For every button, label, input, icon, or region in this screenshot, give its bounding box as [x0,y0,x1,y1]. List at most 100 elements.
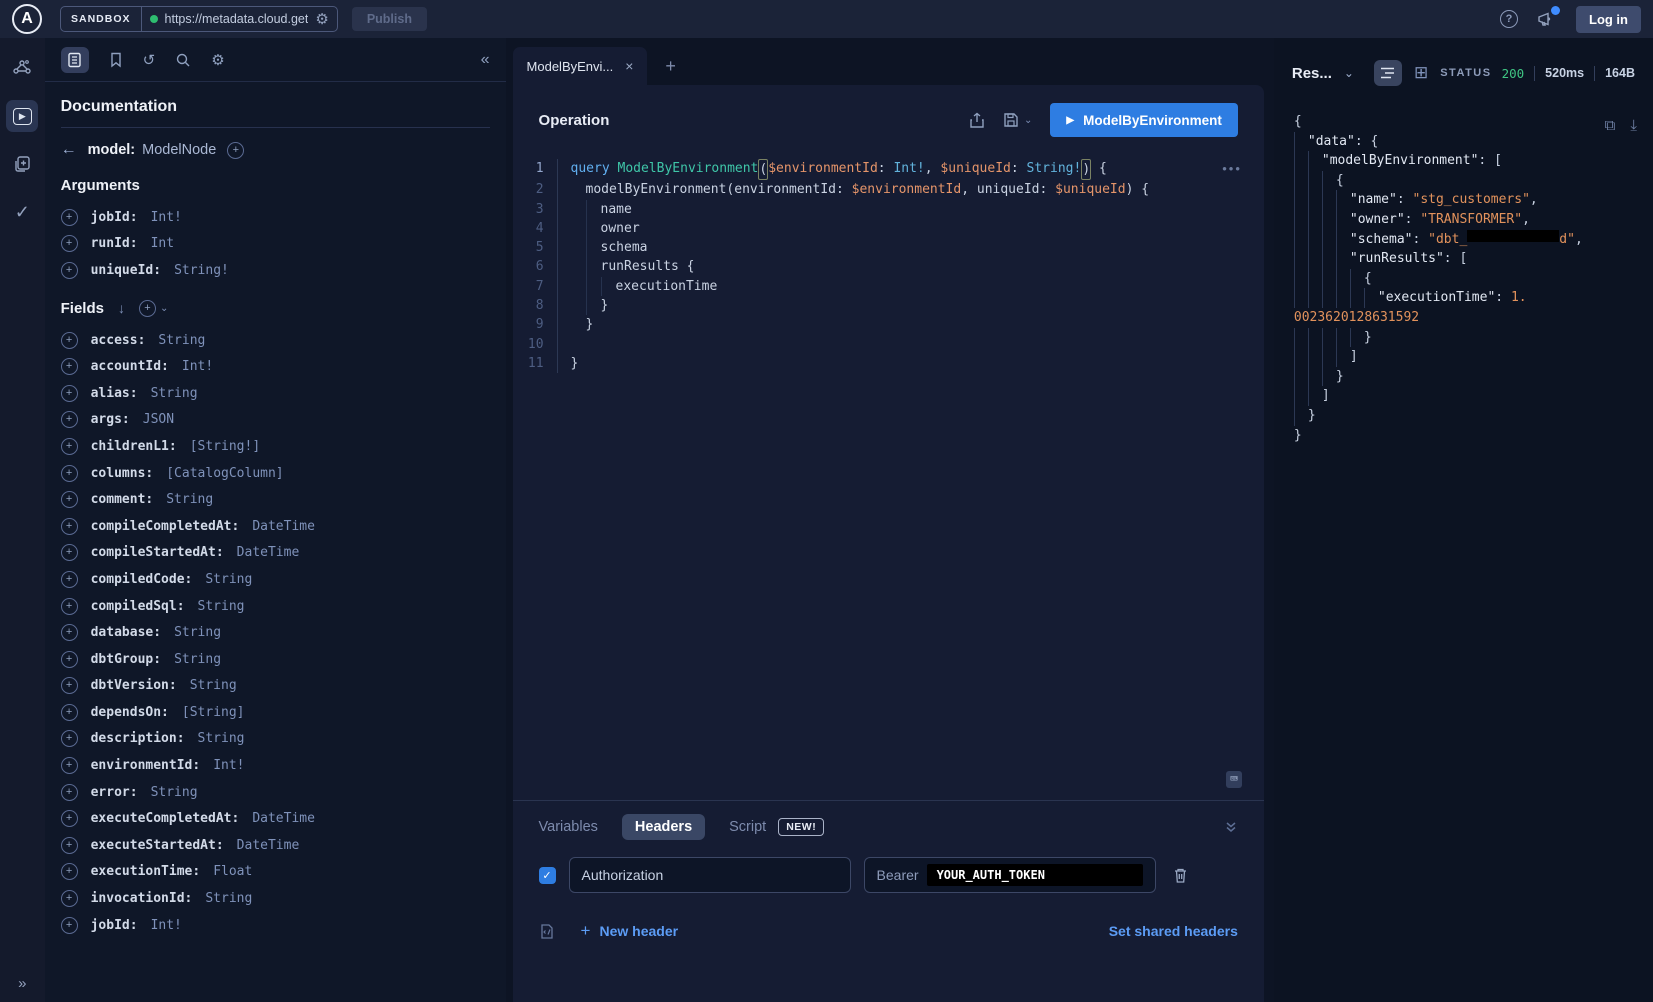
field-row[interactable]: +comment:String [61,486,490,513]
field-row[interactable]: +columns:[CatalogColumn] [61,460,490,487]
docs-tab-button[interactable] [61,47,89,73]
field-type-link[interactable]: [CatalogColumn] [166,466,283,481]
add-to-query-icon[interactable]: + [61,598,78,615]
new-tab-button[interactable]: + [665,56,676,85]
field-type-link[interactable]: [String] [182,705,245,720]
response-dropdown-icon[interactable]: ⌄ [1344,66,1354,80]
preflight-script-icon[interactable] [539,923,555,940]
field-row[interactable]: +environmentId:Int! [61,752,490,779]
field-row[interactable]: +compiledSql:String [61,593,490,620]
field-row[interactable]: +access:String [61,327,490,354]
collapse-docs-button[interactable]: « [481,51,490,69]
nav-schema-button[interactable] [6,52,38,84]
field-type-link[interactable]: String [190,678,237,693]
add-to-query-icon[interactable]: + [61,784,78,801]
add-to-query-icon[interactable]: + [61,235,78,252]
share-operation-button[interactable] [969,112,985,129]
nav-explorer-button[interactable]: ▶ [6,100,38,132]
field-type-link[interactable]: String [205,572,252,587]
field-type-link[interactable]: DateTime [237,545,300,560]
editor-menu-icon[interactable]: ••• [1222,161,1242,176]
field-row[interactable]: +args:JSON [61,407,490,434]
add-to-query-icon[interactable]: + [61,465,78,482]
add-to-query-icon[interactable]: + [61,571,78,588]
field-row[interactable]: +dbtGroup:String [61,646,490,673]
help-icon[interactable]: ? [1500,10,1518,28]
query-editor[interactable]: 1query ModelByEnvironment($environmentId… [513,155,1264,800]
field-row[interactable]: +childrenL1:[String!] [61,433,490,460]
tab-variables[interactable]: Variables [539,819,598,835]
copy-response-button[interactable]: ⧉ [1605,116,1616,134]
new-header-button[interactable]: + New header [581,921,679,941]
field-row[interactable]: +jobId:Int! [61,204,490,231]
add-to-query-icon[interactable]: + [61,651,78,668]
field-row[interactable]: +description:String [61,726,490,753]
endpoint-url-field[interactable]: https://metadata.cloud.get ⚙ [142,7,337,31]
tab-script[interactable]: Script [729,819,766,835]
field-type-link[interactable]: [String!] [190,439,260,454]
add-to-query-icon[interactable]: + [61,917,78,934]
endpoint-url[interactable]: https://metadata.cloud.get [165,12,309,26]
announcements-button[interactable] [1536,9,1558,29]
field-type-link[interactable]: String [151,386,198,401]
field-row[interactable]: +accountId:Int! [61,353,490,380]
field-row[interactable]: +compileCompletedAt:DateTime [61,513,490,540]
sort-fields-icon[interactable]: ↓ [118,300,125,316]
field-row[interactable]: +executeStartedAt:DateTime [61,832,490,859]
add-to-query-icon[interactable]: + [61,544,78,561]
header-key-input[interactable]: Authorization [569,857,851,893]
field-row[interactable]: +database:String [61,619,490,646]
field-row[interactable]: +dbtVersion:String [61,673,490,700]
field-type-link[interactable]: Int! [151,210,182,225]
add-to-query-icon[interactable]: + [61,262,78,279]
delete-header-button[interactable] [1173,867,1188,884]
header-value-input[interactable]: Bearer YOUR_AUTH_TOKEN [864,857,1156,893]
save-chevron-icon[interactable]: ⌄ [1024,115,1032,126]
nav-checks-button[interactable]: ✓ [6,196,38,228]
field-type-link[interactable]: String [174,652,221,667]
add-all-fields-button[interactable]: + ⌄ [139,300,168,317]
field-row[interactable]: +compiledCode:String [61,566,490,593]
add-to-query-icon[interactable]: + [61,890,78,907]
docs-settings-button[interactable]: ⚙ [211,51,224,69]
add-to-query-icon[interactable]: + [61,332,78,349]
operation-tab[interactable]: ModelByEnvi... × [513,47,648,85]
field-type-link[interactable]: DateTime [252,519,315,534]
nav-collections-button[interactable] [6,148,38,180]
add-to-query-icon[interactable]: + [61,677,78,694]
add-to-query-icon[interactable]: + [61,704,78,721]
field-type-link[interactable]: DateTime [252,811,315,826]
field-row[interactable]: +uniqueId:String! [61,257,490,284]
add-to-query-icon[interactable]: + [61,730,78,747]
add-to-query-icon[interactable]: + [61,358,78,375]
add-to-query-icon[interactable]: + [61,209,78,226]
field-type-link[interactable]: Float [213,864,252,879]
field-type-link[interactable]: Int [151,236,174,251]
field-row[interactable]: +error:String [61,779,490,806]
crumb-type-link[interactable]: ModelNode [142,142,216,158]
endpoint-settings-icon[interactable]: ⚙ [315,12,328,27]
field-type-link[interactable]: String [174,625,221,640]
saved-operations-button[interactable] [109,52,123,68]
field-row[interactable]: +jobId:Int! [61,912,490,939]
expand-rail-button[interactable]: » [18,975,26,992]
field-type-link[interactable]: String [205,891,252,906]
login-button[interactable]: Log in [1576,6,1641,33]
search-button[interactable] [175,52,191,68]
add-to-query-icon[interactable]: + [61,411,78,428]
field-type-link[interactable]: String [158,333,205,348]
add-to-query-icon[interactable]: + [61,491,78,508]
auth-token-value[interactable]: YOUR_AUTH_TOKEN [927,864,1143,886]
field-row[interactable]: +dependsOn:[String] [61,699,490,726]
add-to-query-icon[interactable]: + [61,863,78,880]
add-to-query-icon[interactable]: + [61,518,78,535]
field-type-link[interactable]: JSON [143,412,174,427]
add-to-query-icon[interactable]: + [61,624,78,641]
download-response-button[interactable]: ⤓ [1630,116,1637,134]
response-title[interactable]: Res... [1292,65,1332,82]
add-to-query-icon[interactable]: + [61,810,78,827]
history-button[interactable]: ↺ [143,51,156,69]
field-row[interactable]: +runId:Int [61,231,490,258]
field-type-link[interactable]: DateTime [237,838,300,853]
field-row[interactable]: +invocationId:String [61,885,490,912]
